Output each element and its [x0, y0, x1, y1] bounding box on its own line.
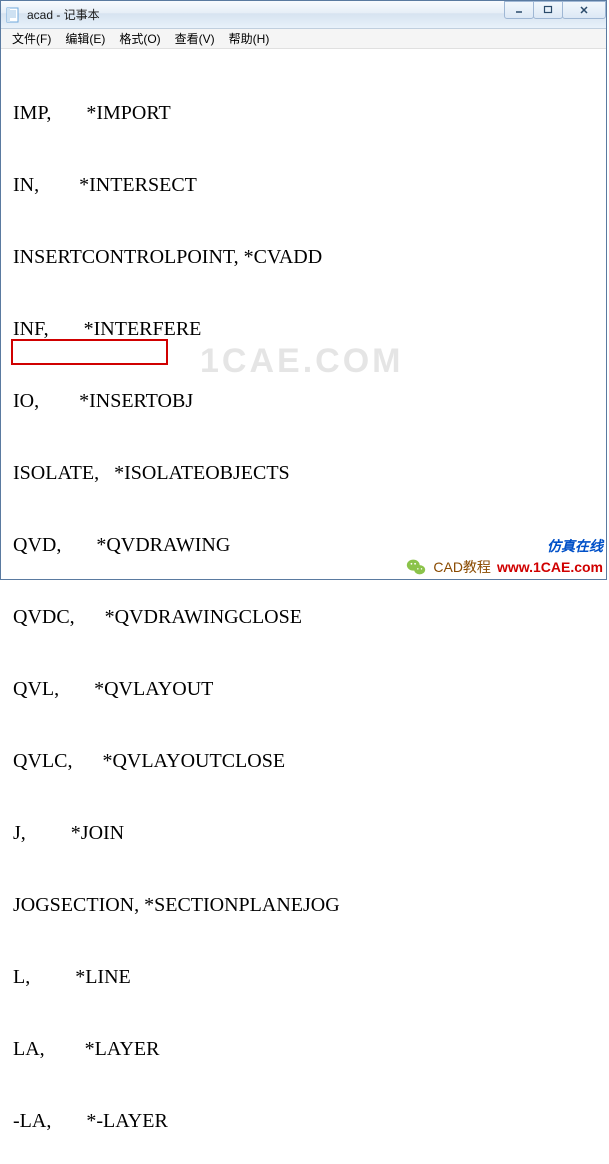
footer-url: www.1CAE.com: [497, 559, 603, 575]
text-area[interactable]: IMP, *IMPORT IN, *INTERSECT INSERTCONTRO…: [1, 49, 606, 1164]
titlebar[interactable]: acad - 记事本: [1, 1, 606, 29]
text-line: IO, *INSERTOBJ: [13, 389, 604, 413]
text-line: LA, *LAYER: [13, 1037, 604, 1061]
menu-view[interactable]: 查看(V): [168, 28, 222, 49]
text-line: J, *JOIN: [13, 821, 604, 845]
text-line: IN, *INTERSECT: [13, 173, 604, 197]
close-button[interactable]: [562, 1, 606, 19]
menu-format[interactable]: 格式(O): [112, 28, 167, 49]
text-line: IMP, *IMPORT: [13, 101, 604, 125]
text-line: QVDC, *QVDRAWINGCLOSE: [13, 605, 604, 629]
footer-overlay: CAD教程 www.1CAE.com 仿真在线: [405, 556, 603, 578]
notepad-window: acad - 记事本 文件(F) 编辑(E) 格式(O) 查看(V) 帮助(H)…: [0, 0, 607, 580]
window-controls: [505, 1, 606, 19]
text-line: ISOLATE, *ISOLATEOBJECTS: [13, 461, 604, 485]
text-line: INF, *INTERFERE: [13, 317, 604, 341]
highlight-rectangle: [11, 339, 168, 365]
maximize-button[interactable]: [533, 1, 563, 19]
notepad-icon: [5, 7, 21, 23]
text-line: JOGSECTION, *SECTIONPLANEJOG: [13, 893, 604, 917]
menu-edit[interactable]: 编辑(E): [58, 28, 112, 49]
text-line: QVLC, *QVLAYOUTCLOSE: [13, 749, 604, 773]
footer-text-3: 仿真在线: [547, 536, 603, 556]
text-line: QVD, *QVDRAWING: [13, 533, 604, 557]
text-line: -LA, *-LAYER: [13, 1109, 604, 1133]
text-line: L, *LINE: [13, 965, 604, 989]
text-line: INSERTCONTROLPOINT, *CVADD: [13, 245, 604, 269]
menubar: 文件(F) 编辑(E) 格式(O) 查看(V) 帮助(H): [1, 29, 606, 49]
wechat-icon: [405, 556, 427, 578]
text-line: QVL, *QVLAYOUT: [13, 677, 604, 701]
menu-help[interactable]: 帮助(H): [222, 28, 277, 49]
window-title: acad - 记事本: [27, 6, 100, 23]
menu-file[interactable]: 文件(F): [5, 28, 58, 49]
footer-text-1: CAD教程: [433, 557, 491, 577]
minimize-button[interactable]: [504, 1, 534, 19]
